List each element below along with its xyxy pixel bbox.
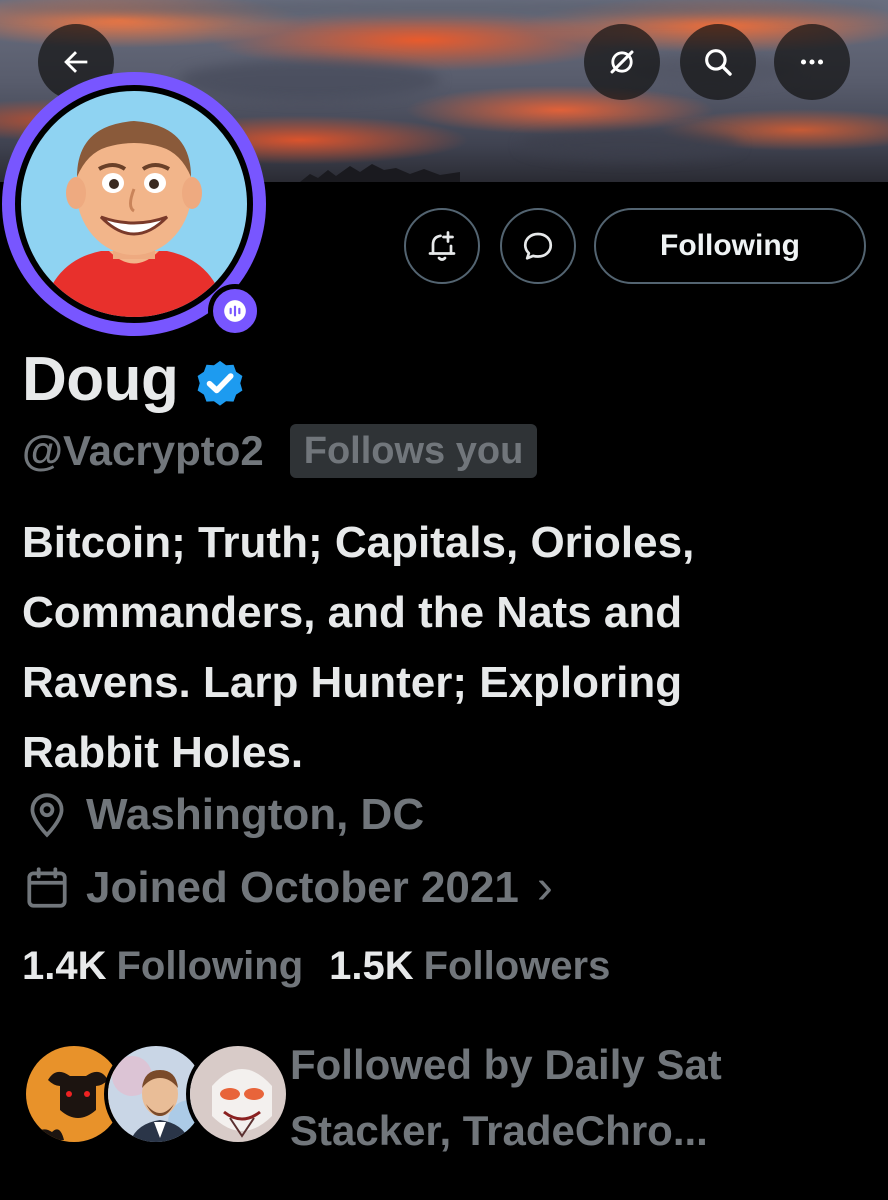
calendar-icon <box>27 866 67 908</box>
more-dots-icon <box>800 59 824 65</box>
treeline-silhouette <box>300 164 460 182</box>
followed-by-line: Stacker, TradeChro... <box>290 1107 708 1154</box>
name-row: Doug <box>22 344 248 415</box>
message-button[interactable] <box>500 208 576 284</box>
joined-text: Joined October 2021 <box>86 862 519 912</box>
search-button[interactable] <box>680 24 756 100</box>
avatar-image <box>21 91 247 317</box>
more-button[interactable] <box>774 24 850 100</box>
bio-line: Ravens. Larp Hunter; Exploring <box>22 658 683 707</box>
follows-you-badge: Follows you <box>289 424 538 478</box>
followers-stat[interactable]: 1.5K Followers <box>329 944 636 989</box>
following-stat[interactable]: 1.4K Following <box>22 944 329 989</box>
search-icon <box>705 49 732 76</box>
location-pin-icon <box>30 793 64 838</box>
username-handle: @Vacrypto2 <box>22 427 264 474</box>
display-name: Doug <box>22 345 179 414</box>
bio-line: Commanders, and the Nats and <box>22 588 683 637</box>
grok-button[interactable] <box>584 24 660 100</box>
joined-row[interactable]: Joined October 2021 › <box>22 860 553 915</box>
bio-line: Bitcoin; Truth; Capitals, Orioles, <box>22 518 695 567</box>
location-text: Washington, DC <box>86 790 425 839</box>
follow-stats: 1.4K Following 1.5K Followers <box>22 944 636 989</box>
profile-bio: Bitcoin; Truth; Capitals, Orioles, Comma… <box>22 508 862 788</box>
location-row: Washington, DC <box>22 790 424 840</box>
handle-row: @Vacrypto2 Follows you <box>22 424 538 478</box>
notify-button[interactable] <box>404 208 480 284</box>
following-count: 1.4K <box>22 944 107 988</box>
chevron-right-icon: › <box>536 861 553 914</box>
follower-avatar <box>186 1042 290 1146</box>
bell-plus-icon <box>428 231 456 261</box>
grok-slash-icon <box>610 50 634 74</box>
bio-line: Rabbit Holes. <box>22 728 304 777</box>
verified-badge-icon[interactable] <box>192 355 248 411</box>
audio-wave-icon <box>224 300 246 322</box>
followed-by-line: Followed by Daily Sat <box>290 1041 722 1088</box>
followers-count: 1.5K <box>329 944 414 988</box>
chat-bubble-icon <box>523 232 553 260</box>
followed-by-text: Followed by Daily Sat Stacker, TradeChro… <box>290 1032 850 1164</box>
following-label: Following <box>116 944 304 988</box>
followers-label: Followers <box>423 944 611 988</box>
spaces-badge <box>208 284 262 338</box>
following-button[interactable]: Following <box>594 208 866 284</box>
arrow-left-icon <box>64 51 88 73</box>
